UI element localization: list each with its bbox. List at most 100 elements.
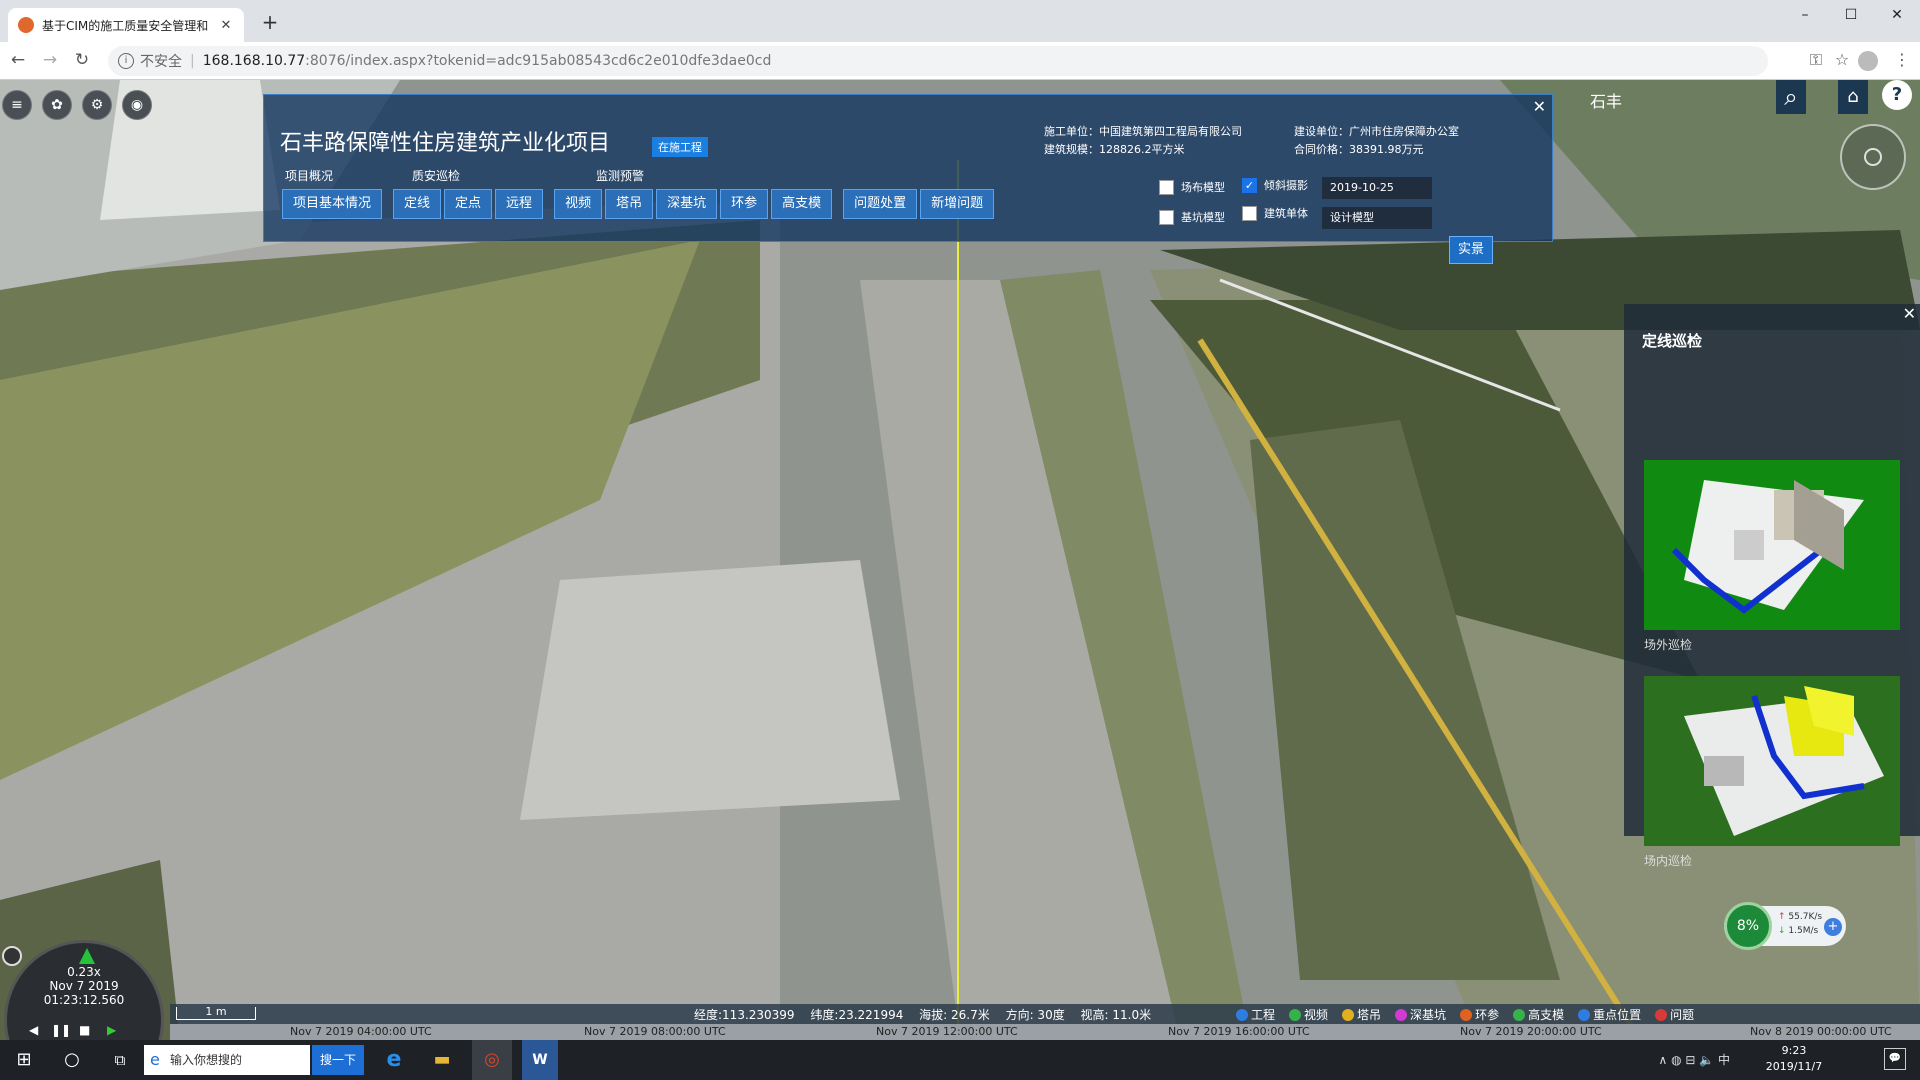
search-icon[interactable]: ⌕ <box>1776 80 1806 114</box>
eye-icon[interactable]: ◉ <box>122 90 152 120</box>
route-inspection-panel: 定线巡检 ✕ 场外巡检 场内巡检 <box>1624 304 1920 868</box>
navigation-compass[interactable] <box>1840 124 1906 190</box>
network-icon[interactable]: ✿ <box>42 90 72 120</box>
compass-center-icon[interactable] <box>1864 148 1882 166</box>
realview-button[interactable]: 实景 <box>1449 236 1493 264</box>
legend-item[interactable]: 工程 <box>1236 1006 1275 1023</box>
camera-coordinates: 经度:113.230399 纬度:23.221994 海拔: 26.7米 方向:… <box>694 1006 1163 1023</box>
tower-crane-button[interactable]: 塔吊 <box>605 189 654 219</box>
oblique-box[interactable]: ✓ <box>1242 177 1257 193</box>
building-checkbox[interactable]: 建筑单体 <box>1242 205 1308 221</box>
url-field[interactable]: i 不安全 | 168.168.10.77 :8076/index.aspx?t… <box>108 46 1768 76</box>
download-speed: ↓ 1.5M/s <box>1778 926 1819 936</box>
bookmark-star-icon[interactable]: ☆ <box>1830 50 1854 69</box>
pit-model-box[interactable] <box>1159 209 1174 225</box>
search-query-label[interactable]: 石丰 <box>1590 88 1622 112</box>
pause-icon[interactable]: ❚❚ <box>51 1023 71 1037</box>
taskbar-search-input[interactable]: e 输入你想搜的 <box>144 1045 310 1075</box>
offsite-inspection-thumbnail[interactable] <box>1644 460 1900 630</box>
back-icon[interactable]: ← <box>6 50 30 70</box>
url-separator: | <box>190 53 195 69</box>
network-speed-widget[interactable]: 8% ↑ 55.7K/s ↓ 1.5M/s + <box>1724 902 1846 950</box>
oblique-checkbox[interactable]: ✓ 倾斜摄影 <box>1242 177 1308 193</box>
tab-close-icon[interactable]: ✕ <box>218 18 234 33</box>
speed-pointer-icon[interactable] <box>79 948 95 964</box>
map-legend: 工程 视频 塔吊 深基坑 环参 高支模 重点位置 问题 <box>1236 1006 1708 1023</box>
project-panel: 石丰路保障性住房建筑产业化项目 在施工程 项目概况 质安巡检 监测预警 项目基本… <box>263 94 1553 264</box>
system-tray-icons[interactable]: ∧ ◍ ⊟ 🔈 中 <box>1658 1040 1730 1080</box>
issue-handling-button[interactable]: 问题处置 <box>843 189 918 219</box>
file-explorer-app-icon[interactable]: ▬ <box>424 1040 460 1080</box>
legend-item[interactable]: 问题 <box>1655 1006 1694 1023</box>
key-icon[interactable]: ⚿ <box>1804 50 1828 70</box>
animation-clock-widget: 0.23x Nov 7 2019 01:23:12.560 ◀ ❚❚ ■ ▶ <box>0 940 170 1040</box>
legend-marker-icon <box>1342 1008 1355 1021</box>
date-field[interactable]: 2019-10-25 <box>1322 177 1432 199</box>
building-box[interactable] <box>1242 205 1257 221</box>
project-info-button[interactable]: 项目基本情况 <box>282 189 383 219</box>
cortana-icon[interactable]: ○ <box>56 1040 88 1080</box>
taskbar-search-button[interactable]: 搜一下 <box>312 1045 364 1075</box>
new-tab-button[interactable]: + <box>256 10 284 34</box>
deep-pit-button[interactable]: 深基坑 <box>656 189 718 219</box>
stop-icon[interactable]: ■ <box>79 1023 90 1037</box>
legend-item[interactable]: 环参 <box>1460 1006 1499 1023</box>
owner-info: 建设单位：广州市住房保障办公室 <box>1294 125 1459 138</box>
start-icon[interactable]: ⊞ <box>8 1040 40 1080</box>
pit-model-checkbox[interactable]: 基坑模型 <box>1159 209 1225 225</box>
legend-item[interactable]: 重点位置 <box>1578 1006 1641 1023</box>
timeline-bar[interactable]: Nov 7 2019 04:00:00 UTC Nov 7 2019 08:00… <box>170 1024 1920 1040</box>
longitude: 经度:113.230399 <box>694 1008 795 1022</box>
route-inspect-button[interactable]: 定线 <box>393 189 442 219</box>
site-model-checkbox[interactable]: 场布模型 <box>1159 179 1225 195</box>
site-model-box[interactable] <box>1159 179 1174 195</box>
scene-viewport[interactable]: ≡ ✿ ⚙ ◉ 石丰路保障性住房建筑产业化项目 在施工程 项目概况 质安巡检 监… <box>0 80 1920 1040</box>
accelerate-icon[interactable]: + <box>1824 918 1842 936</box>
env-param-button[interactable]: 环参 <box>720 189 769 219</box>
settings-icon[interactable]: ⚙ <box>82 90 112 120</box>
help-icon[interactable]: ? <box>1882 80 1912 110</box>
legend-marker-icon <box>1578 1008 1591 1021</box>
chrome-app-icon[interactable]: ◎ <box>472 1040 512 1080</box>
reload-icon[interactable]: ↻ <box>70 50 94 70</box>
legend-label: 深基坑 <box>1410 1008 1447 1022</box>
timeline-tick: Nov 8 2019 00:00:00 UTC <box>1750 1025 1892 1038</box>
project-close-icon[interactable]: ✕ <box>1533 97 1546 116</box>
new-issue-button[interactable]: 新增问题 <box>920 189 995 219</box>
word-app-icon[interactable]: W <box>522 1040 558 1080</box>
layers-icon[interactable]: ≡ <box>2 90 32 120</box>
clock-dial[interactable]: 0.23x Nov 7 2019 01:23:12.560 ◀ ❚❚ ■ ▶ <box>4 940 164 1040</box>
close-window-button[interactable]: ✕ <box>1874 0 1920 30</box>
legend-item[interactable]: 视频 <box>1289 1006 1328 1023</box>
remote-inspect-button[interactable]: 远程 <box>495 189 544 219</box>
video-button[interactable]: 视频 <box>554 189 603 219</box>
legend-label: 高支模 <box>1528 1008 1565 1022</box>
notification-icon[interactable]: 💬 <box>1884 1048 1906 1070</box>
model-select[interactable]: 设计模型 <box>1322 207 1432 229</box>
home-icon[interactable]: ⌂ <box>1838 80 1868 114</box>
point-inspect-button[interactable]: 定点 <box>444 189 493 219</box>
edge-app-icon[interactable]: e <box>376 1040 412 1080</box>
play-icon[interactable]: ▶ <box>107 1023 116 1037</box>
minimize-button[interactable]: – <box>1782 0 1828 30</box>
panel-close-icon[interactable]: ✕ <box>1903 304 1916 323</box>
clock-time: 01:23:12.560 <box>43 993 125 1007</box>
legend-item[interactable]: 深基坑 <box>1395 1006 1446 1023</box>
taskbar-clock[interactable]: 9:23 2019/11/7 <box>1734 1043 1854 1075</box>
legend-item[interactable]: 高支模 <box>1513 1006 1564 1023</box>
maximize-button[interactable]: ☐ <box>1828 0 1874 30</box>
browser-tab[interactable]: 基于CIM的施工质量安全管理和 ✕ <box>8 8 244 42</box>
timeline-tick: Nov 7 2019 12:00:00 UTC <box>876 1025 1018 1038</box>
profile-avatar[interactable] <box>1858 51 1878 71</box>
browser-menu-icon[interactable]: ⋮ <box>1890 50 1914 69</box>
price-info: 合同价格：38391.98万元 <box>1294 143 1424 156</box>
forward-icon[interactable]: → <box>38 50 62 70</box>
formwork-button[interactable]: 高支模 <box>771 189 833 219</box>
legend-item[interactable]: 塔吊 <box>1342 1006 1381 1023</box>
scale-bar: 1 m <box>176 1006 256 1020</box>
rewind-icon[interactable]: ◀ <box>29 1023 38 1037</box>
onsite-inspection-thumbnail[interactable] <box>1644 676 1900 846</box>
heading: 方向: 30度 <box>1005 1008 1065 1022</box>
task-view-icon[interactable]: ⧉ <box>104 1040 136 1080</box>
info-icon[interactable]: i <box>118 53 134 69</box>
